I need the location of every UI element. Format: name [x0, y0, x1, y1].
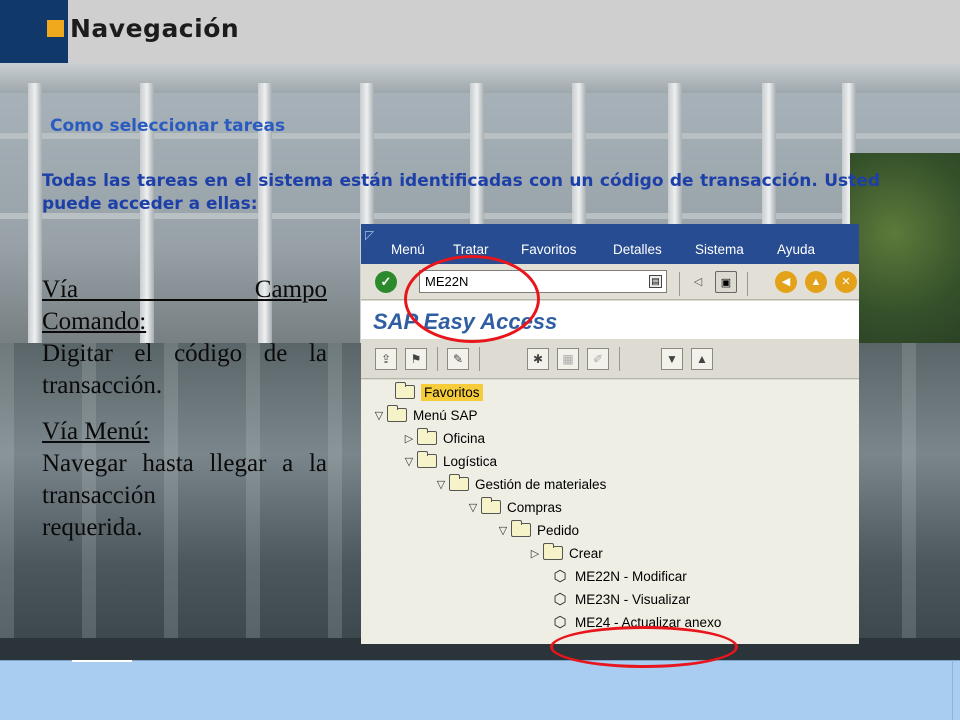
edit-icon[interactable]: ✐ [587, 348, 609, 370]
folder-icon [543, 543, 563, 560]
folder-icon [417, 451, 437, 468]
slide-header: Navegación [0, 0, 960, 63]
tree-node-me23n[interactable]: ⬡ ME23N - Visualizar [551, 588, 690, 610]
instructions-text: Vía Campo Comando: Digitar el código de … [42, 274, 327, 544]
folder-icon [481, 497, 501, 514]
menu-sistema[interactable]: Sistema [695, 242, 744, 257]
folder-icon [387, 405, 407, 422]
nav-exit-icon[interactable]: ▲ [805, 271, 827, 293]
arrow-down-icon[interactable]: ▽ [433, 478, 449, 491]
back-icon[interactable]: ◁ [687, 271, 709, 293]
folder-icon [395, 382, 415, 399]
section-subtitle: Como seleccionar tareas [50, 116, 286, 136]
folder-icon [449, 474, 469, 491]
nav-back-icon[interactable]: ◀ [775, 271, 797, 293]
arrow-down-icon[interactable]: ▽ [371, 409, 387, 422]
cancel-icon[interactable]: ✕ [835, 271, 857, 293]
user-menu-icon[interactable]: ⇪ [375, 348, 397, 370]
requerida-text: requerida. [42, 514, 143, 541]
tree-node-logistica[interactable]: ▽ Logística [401, 450, 497, 472]
sap-menu-icon[interactable]: ⚑ [405, 348, 427, 370]
bullet-square-icon [47, 20, 64, 37]
menu-menu[interactable]: Menú [391, 242, 425, 257]
transaction-icon: ⬡ [553, 568, 567, 585]
tree-node-pedido[interactable]: ▽ Pedido [495, 519, 579, 541]
expand-icon[interactable]: ▲ [691, 348, 713, 370]
arrow-down-icon[interactable]: ▽ [465, 501, 481, 514]
sap-menubar: ◸ Menú Tratar Favoritos Detalles Sistema… [361, 224, 859, 264]
folder-icon [511, 520, 531, 537]
tree-node-compras[interactable]: ▽ Compras [465, 496, 562, 518]
menu-ayuda[interactable]: Ayuda [777, 242, 815, 257]
check-icon[interactable]: ✓ [375, 271, 397, 293]
digitar-text: Digitar el código de la transacción. [42, 340, 327, 399]
collapse-icon[interactable]: ▼ [661, 348, 683, 370]
sap-application-toolbar: ⇪ ⚑ ✎ ✱ ▦ ✐ ▼ ▲ [361, 339, 859, 379]
arrow-right-icon[interactable]: ▷ [527, 547, 543, 560]
transaction-icon: ⬡ [553, 591, 567, 608]
footer-divider [72, 660, 132, 662]
highlight-command-field [404, 255, 540, 343]
history-icon[interactable]: ▤ [649, 275, 662, 288]
navegar-text: Navegar hasta llegar a la transacción [42, 450, 327, 509]
tree-node-menu-sap[interactable]: ▽ Menú SAP [371, 404, 478, 426]
window-menu-icon[interactable]: ◸ [365, 228, 379, 242]
menu-tree: Favoritos ▽ Menú SAP ▷ Oficina ▽ Logísti… [361, 380, 859, 644]
footer-divider-vertical [952, 660, 953, 720]
save-icon[interactable]: ▣ [715, 271, 737, 293]
favorites-add-icon[interactable]: ✎ [447, 348, 469, 370]
slide-footer [0, 660, 960, 720]
via-menu-heading: Vía Menú: [42, 418, 150, 445]
create-icon[interactable]: ✱ [527, 348, 549, 370]
tree-node-me22n[interactable]: ⬡ ME22N - Modificar [551, 565, 686, 587]
arrow-down-icon[interactable]: ▽ [495, 524, 511, 537]
tree-node-crear[interactable]: ▷ Crear [527, 542, 603, 564]
tree-node-gestion-materiales[interactable]: ▽ Gestión de materiales [433, 473, 606, 495]
intro-paragraph: Todas las tareas en el sistema están ide… [42, 171, 880, 214]
arrow-down-icon[interactable]: ▽ [401, 455, 417, 468]
change-icon[interactable]: ▦ [557, 348, 579, 370]
via-campo-heading: Vía Campo [42, 276, 327, 303]
menu-detalles[interactable]: Detalles [613, 242, 662, 257]
highlight-transaction [550, 626, 738, 668]
tree-node-favoritos[interactable]: Favoritos [395, 381, 483, 403]
comando-heading: Comando: [42, 308, 147, 335]
menu-favoritos[interactable]: Favoritos [521, 242, 577, 257]
slide-title: Navegación [70, 14, 240, 43]
folder-icon [417, 428, 437, 445]
transaction-icon: ⬡ [553, 614, 567, 631]
arrow-right-icon[interactable]: ▷ [401, 432, 417, 445]
tree-node-oficina[interactable]: ▷ Oficina [401, 427, 485, 449]
